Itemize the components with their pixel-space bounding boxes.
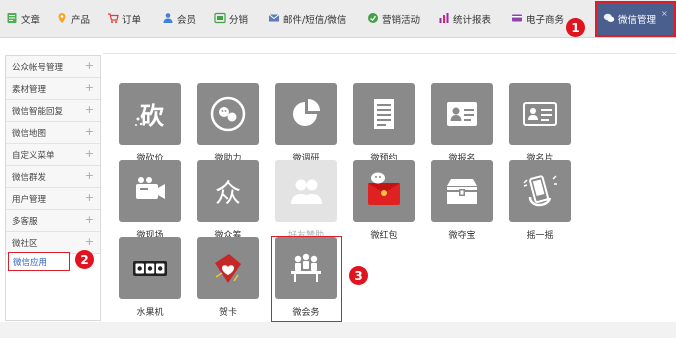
sidebar-item-custom-menu[interactable]: 自定义菜单 +	[6, 144, 100, 166]
app-assist[interactable]: 微助力	[197, 83, 259, 164]
appointment-icon	[353, 83, 415, 145]
nav-item-ecommerce[interactable]: 电子商务	[511, 0, 564, 38]
survey-icon	[275, 83, 337, 145]
distribution-icon	[214, 12, 226, 27]
app-greeting-card[interactable]: 贺卡	[197, 237, 259, 318]
sidebar-item-customer-service[interactable]: 多客服 +	[6, 210, 100, 232]
plus-icon[interactable]: +	[85, 81, 94, 95]
wechat-icon	[603, 12, 615, 27]
nav-item-marketing[interactable]: 营销活动	[367, 0, 420, 38]
plus-icon[interactable]: +	[85, 213, 94, 227]
sidebar-item-wechat-apps[interactable]: 微信应用	[8, 252, 70, 271]
video-camera-icon	[119, 160, 181, 222]
plus-icon[interactable]: +	[85, 103, 94, 117]
plus-icon[interactable]: +	[85, 147, 94, 161]
shake-phone-icon	[509, 160, 571, 222]
plus-icon[interactable]: +	[85, 191, 94, 205]
plus-icon[interactable]: +	[85, 59, 94, 73]
step-badge-3: 3	[349, 266, 368, 285]
person-icon	[162, 12, 174, 27]
nav-item-reports[interactable]: 统计报表	[438, 0, 491, 38]
step-badge-2: 2	[75, 250, 94, 269]
app-slot-machine[interactable]: 水果机	[119, 237, 181, 318]
signup-icon	[431, 83, 493, 145]
slot-machine-icon	[119, 237, 181, 299]
plus-icon[interactable]: +	[85, 235, 94, 249]
app-appointment[interactable]: 微预约	[353, 83, 415, 164]
app-survey[interactable]: 微调研	[275, 83, 337, 164]
bargain-icon: 砍	[119, 83, 181, 145]
app-bargain[interactable]: 砍 微砍价	[119, 83, 181, 164]
app-red-envelope[interactable]: 微红包	[353, 160, 415, 241]
app-shake[interactable]: 摇一摇	[509, 160, 571, 241]
content-divider	[103, 53, 676, 54]
app-crowdfunding[interactable]: 众 微众筹	[197, 160, 259, 241]
app-business-card[interactable]: 微名片	[509, 83, 571, 164]
nav-item-messaging[interactable]: 邮件/短信/微信	[268, 0, 346, 38]
sidebar-item-materials[interactable]: 素材管理 +	[6, 78, 100, 100]
location-pin-icon	[56, 12, 68, 27]
svg-text:众: 众	[215, 179, 241, 209]
friends-icon	[275, 160, 337, 222]
nav-item-distribution[interactable]: 分销	[214, 0, 248, 38]
plus-icon[interactable]: +	[85, 169, 94, 183]
sidebar-item-broadcast[interactable]: 微信群发 +	[6, 166, 100, 188]
app-friend-sponsor[interactable]: 好友赞助	[275, 160, 337, 241]
app-signup[interactable]: 微报名	[431, 83, 493, 164]
red-envelope-icon	[353, 160, 415, 222]
mail-icon	[268, 12, 280, 27]
nav-item-orders[interactable]: 订单	[107, 0, 141, 38]
sidebar-item-users[interactable]: 用户管理 +	[6, 188, 100, 210]
close-icon[interactable]: ×	[661, 9, 668, 18]
marketing-icon	[367, 12, 379, 27]
nav-item-articles[interactable]: 文章	[6, 0, 40, 38]
footer-band	[0, 322, 676, 338]
meeting-highlight	[271, 236, 342, 322]
app-treasure[interactable]: 微夺宝	[431, 160, 493, 241]
sidebar-item-auto-reply[interactable]: 微信智能回复 +	[6, 100, 100, 122]
sidebar-item-map[interactable]: 微信地图 +	[6, 122, 100, 144]
sidebar: 公众帐号管理 + 素材管理 + 微信智能回复 + 微信地图 + 自定义菜单 + 微信群发 +…	[5, 55, 101, 321]
sidebar-item-accounts[interactable]: 公众帐号管理 +	[6, 56, 100, 78]
treasure-chest-icon	[431, 160, 493, 222]
assist-icon	[197, 83, 259, 145]
app-live[interactable]: 微现场	[119, 160, 181, 241]
plus-icon[interactable]: +	[85, 125, 94, 139]
business-card-icon	[509, 83, 571, 145]
crowdfunding-icon: 众	[197, 160, 259, 222]
nav-item-wechat[interactable]: 微信管理 ×	[595, 1, 676, 37]
cart-icon	[107, 12, 119, 27]
nav-item-products[interactable]: 产品	[56, 0, 90, 38]
step-badge-1: 1	[566, 18, 585, 37]
svg-text:砍: 砍	[140, 102, 165, 130]
nav-item-members[interactable]: 会员	[162, 0, 196, 38]
greeting-card-icon	[197, 237, 259, 299]
document-icon	[6, 12, 18, 27]
bar-chart-icon	[438, 12, 450, 27]
card-icon	[511, 12, 523, 27]
